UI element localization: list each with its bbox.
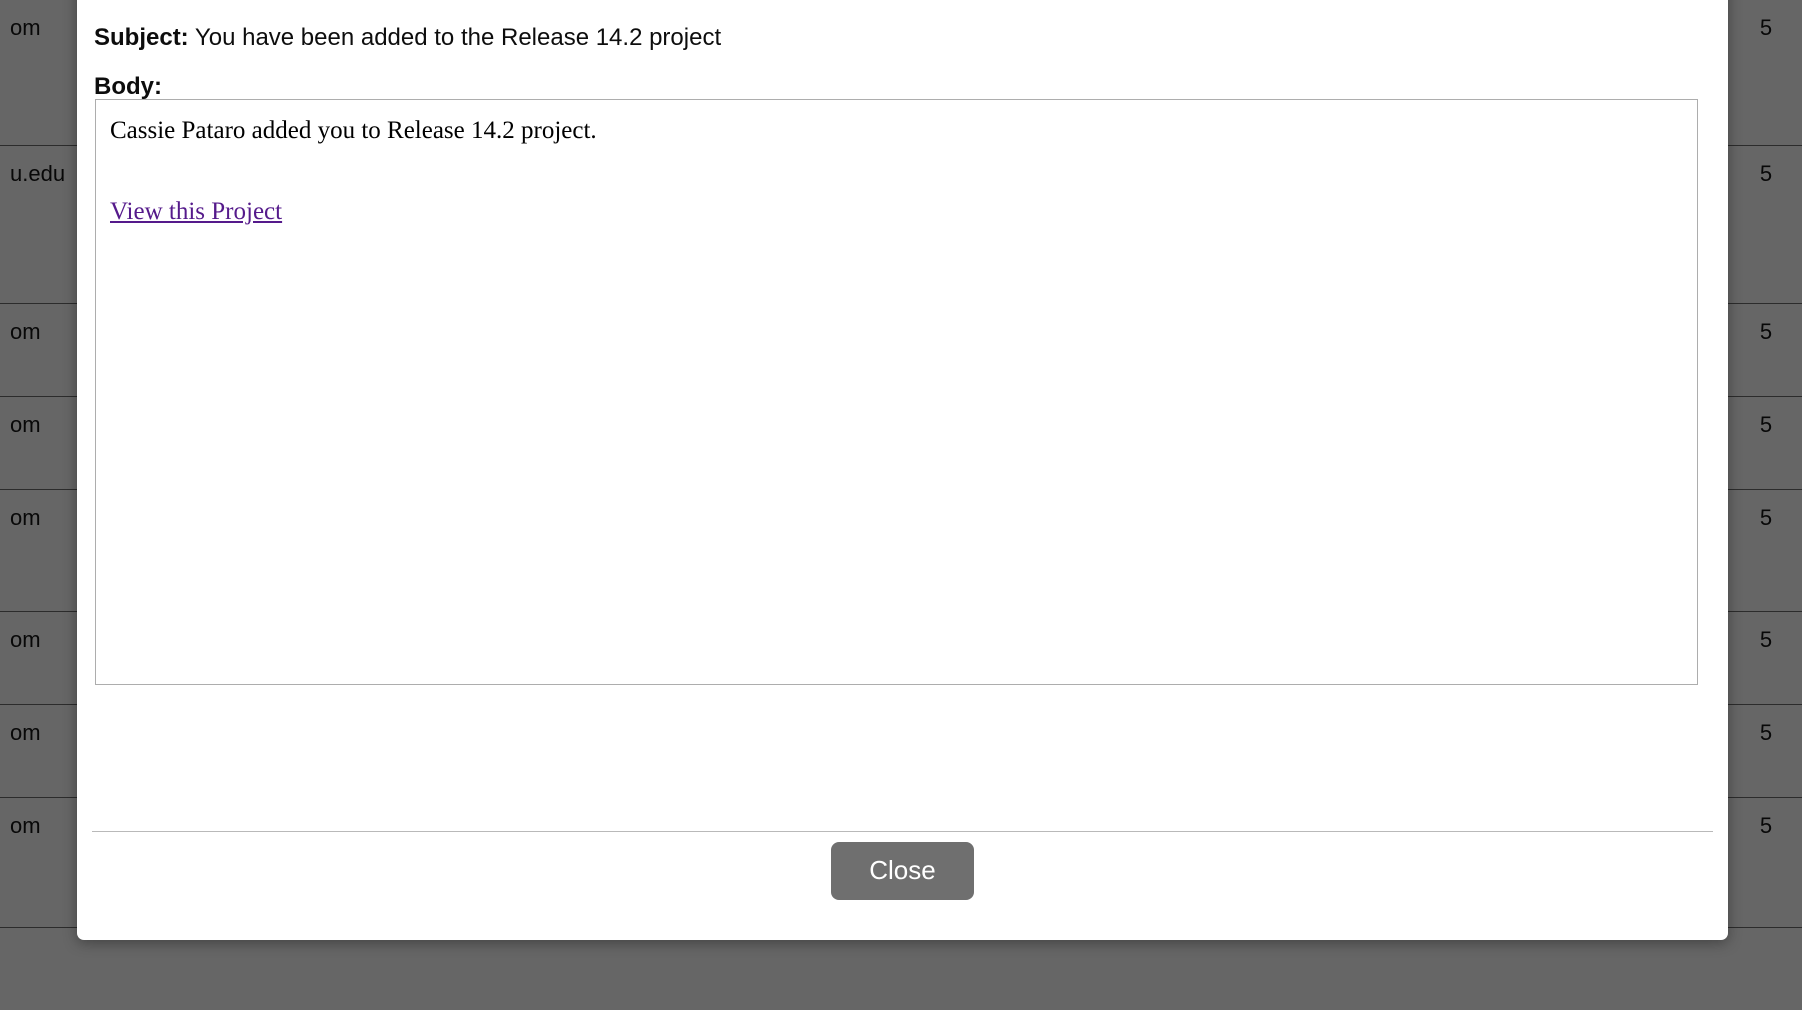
- footer-divider: [92, 831, 1713, 832]
- body-message: Cassie Pataro added you to Release 14.2 …: [110, 117, 597, 144]
- subject-value: You have been added to the Release 14.2 …: [194, 24, 722, 51]
- body-label: Body:: [94, 73, 162, 100]
- app-root: om 5 u.edu 5: [0, 0, 1802, 1010]
- subject-label: Subject:: [94, 24, 189, 51]
- subject-row: Subject: You have been added to the Rele…: [94, 24, 721, 53]
- modal-footer: Close: [77, 842, 1728, 900]
- close-button[interactable]: Close: [831, 842, 974, 900]
- view-this-project-link[interactable]: View this Project: [110, 198, 282, 226]
- email-preview-modal: Subject: You have been added to the Rele…: [77, 0, 1728, 940]
- email-body-box: Cassie Pataro added you to Release 14.2 …: [95, 99, 1698, 685]
